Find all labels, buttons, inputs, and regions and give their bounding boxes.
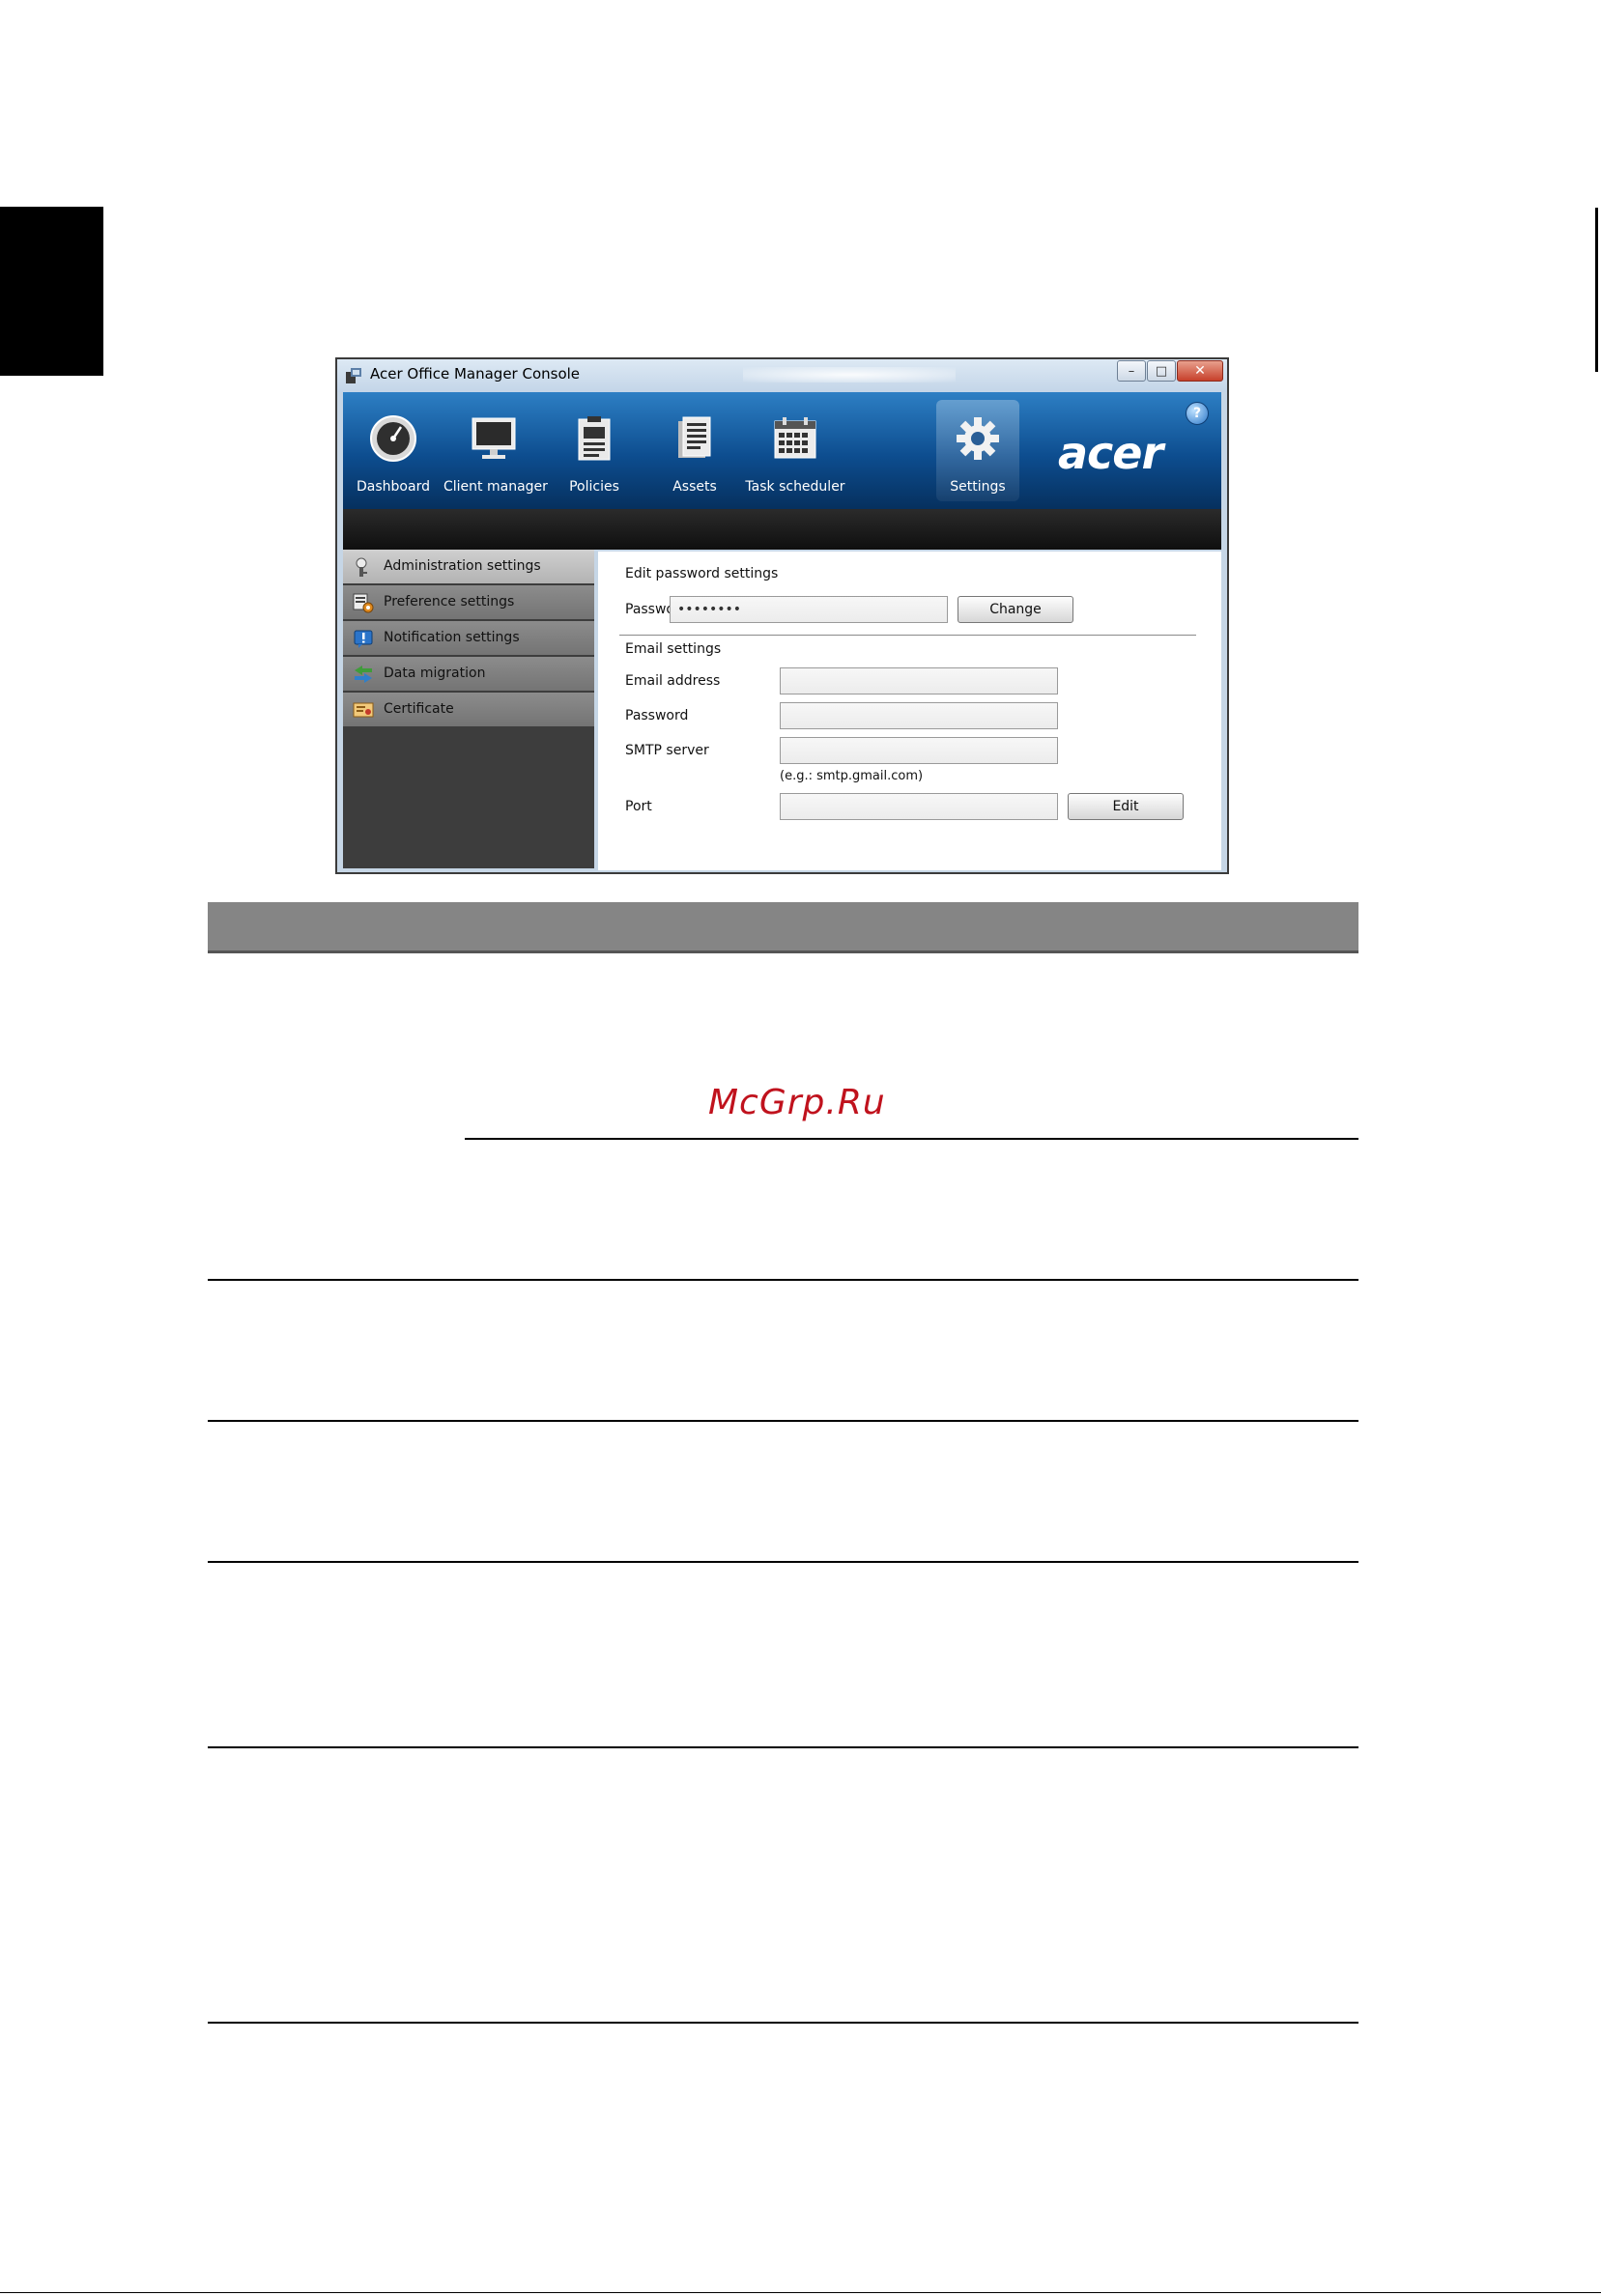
window-controls: – □ ✕	[1116, 360, 1223, 382]
change-password-button[interactable]: Change	[958, 596, 1073, 623]
minimize-icon: –	[1128, 363, 1135, 379]
gear-icon	[957, 417, 999, 460]
monitor-icon	[472, 417, 516, 459]
port-field[interactable]	[780, 793, 1058, 820]
admin-key-icon	[356, 557, 367, 577]
nav-settings[interactable]: Settings	[936, 400, 1019, 501]
page-edge-mark	[1595, 208, 1598, 372]
settings-sidebar: Administration settings Preference setti…	[343, 550, 594, 868]
smtp-server-field[interactable]	[780, 737, 1058, 764]
close-button[interactable]: ✕	[1177, 360, 1223, 382]
table-row-divider	[208, 1746, 1358, 1748]
nav-shadow-band	[343, 509, 1221, 550]
settings-content-panel: Edit password settings Password ••••••••…	[598, 552, 1221, 870]
window-title: Acer Office Manager Console	[370, 365, 581, 383]
sidebar-item-notification[interactable]: Notification settings	[343, 621, 594, 656]
table-header-bar	[208, 902, 1358, 953]
edit-email-button[interactable]: Edit	[1068, 793, 1184, 820]
minimize-button[interactable]: –	[1117, 360, 1146, 382]
sidebar-label-data-migration: Data migration	[384, 666, 486, 681]
table-row-divider	[208, 1420, 1358, 1422]
titlebar-glow	[743, 367, 956, 383]
window-titlebar: Acer Office Manager Console – □ ✕	[337, 359, 1227, 392]
admin-password-field[interactable]: ••••••••	[670, 596, 948, 623]
nav-label-assets: Assets	[672, 479, 717, 495]
main-nav-bar: Dashboard Client manager Policies Assets…	[343, 392, 1221, 509]
nav-label-dashboard: Dashboard	[357, 479, 430, 495]
sidebar-item-data-migration[interactable]: Data migration	[343, 657, 594, 692]
smtp-hint: (e.g.: smtp.gmail.com)	[780, 769, 924, 783]
sidebar-label-certificate: Certificate	[384, 701, 454, 717]
email-password-field[interactable]	[780, 702, 1058, 729]
help-icon[interactable]: ?	[1186, 402, 1209, 425]
document-list-icon	[678, 416, 711, 458]
email-password-label: Password	[625, 708, 689, 723]
table-row-divider	[208, 1279, 1358, 1281]
maximize-icon: □	[1155, 363, 1168, 379]
nav-assets[interactable]: Assets	[644, 392, 745, 509]
nav-label-client-manager: Client manager	[443, 479, 548, 495]
close-icon: ✕	[1194, 363, 1206, 379]
email-address-label: Email address	[625, 673, 721, 689]
sidebar-label-administration: Administration settings	[384, 558, 541, 574]
dashboard-gauge-icon	[370, 415, 416, 462]
sidebar-item-certificate[interactable]: Certificate	[343, 693, 594, 727]
nav-client-manager[interactable]: Client manager	[443, 392, 548, 509]
calendar-icon	[774, 417, 816, 459]
footer-rule	[0, 2292, 1601, 2293]
notification-icon	[354, 630, 373, 648]
email-address-field[interactable]	[780, 667, 1058, 694]
sidebar-label-notification: Notification settings	[384, 630, 520, 645]
preference-gear-icon	[353, 593, 374, 613]
acer-logo: acer	[1058, 427, 1163, 479]
nav-task-scheduler[interactable]: Task scheduler	[745, 392, 845, 509]
nav-policies[interactable]: Policies	[544, 392, 644, 509]
table-row-divider	[465, 1138, 1358, 1140]
clipboard-icon	[578, 416, 611, 461]
nav-label-task-scheduler: Task scheduler	[745, 479, 845, 495]
acer-office-manager-window: Acer Office Manager Console – □ ✕ Dashbo…	[335, 357, 1229, 874]
nav-label-policies: Policies	[569, 479, 619, 495]
sidebar-label-preference: Preference settings	[384, 594, 515, 609]
nav-label-settings: Settings	[950, 479, 1006, 495]
sidebar-item-administration[interactable]: Administration settings	[343, 550, 594, 584]
smtp-server-label: SMTP server	[625, 743, 709, 758]
app-icon	[346, 368, 361, 383]
migration-arrows-icon	[355, 666, 372, 683]
chapter-side-tab	[0, 207, 103, 376]
watermark: McGrp.Ru	[708, 1083, 886, 1122]
maximize-button[interactable]: □	[1147, 360, 1176, 382]
certificate-icon	[353, 702, 374, 718]
sidebar-item-preference[interactable]: Preference settings	[343, 585, 594, 620]
password-section-heading: Edit password settings	[625, 566, 779, 581]
nav-dashboard[interactable]: Dashboard	[343, 392, 443, 509]
email-section-heading: Email settings	[625, 641, 722, 657]
table-row-divider	[208, 1561, 1358, 1563]
section-divider	[619, 635, 1196, 636]
table-row-divider	[208, 2022, 1358, 2024]
port-label: Port	[625, 799, 652, 814]
